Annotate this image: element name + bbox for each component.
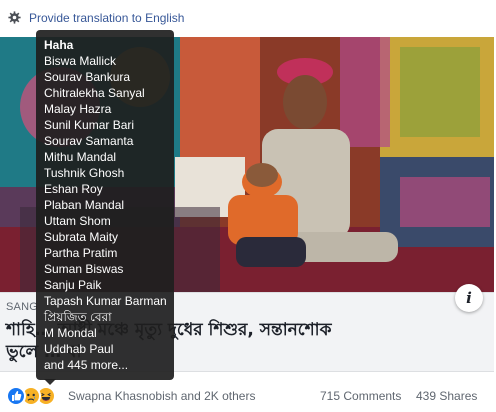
link-domain: SANG xyxy=(6,301,38,313)
reactor-name: Sanju Paik xyxy=(44,278,102,292)
reactor-name: Mithu Mandal xyxy=(44,150,117,164)
gear-icon xyxy=(8,11,21,24)
tooltip-arrow xyxy=(44,379,56,385)
reactor-name: Sourav Bankura xyxy=(44,70,131,84)
comments-count-link[interactable]: 715 Comments xyxy=(320,389,401,403)
haha-reactions-tooltip: Haha Biswa Mallick Sourav Bankura Chitra… xyxy=(36,30,174,380)
reactor-name: Biswa Mallick xyxy=(44,54,117,68)
reactor-name: Suman Biswas xyxy=(44,262,124,276)
reactor-name: Malay Hazra xyxy=(44,102,112,116)
shares-count-link[interactable]: 439 Shares xyxy=(416,389,477,403)
like-icon xyxy=(6,386,26,406)
reactor-name: M Mondal xyxy=(44,326,97,340)
reactor-name: Tushnik Ghosh xyxy=(44,166,125,180)
tooltip-more-count: and 445 more... xyxy=(44,358,129,372)
reactions-summary[interactable]: Swapna Khasnobish and 2K others xyxy=(68,389,255,403)
reactor-name: Tapash Kumar Barman xyxy=(44,294,167,308)
reactor-name: Chitralekha Sanyal xyxy=(44,86,145,100)
provide-translation-link[interactable]: Provide translation to English xyxy=(29,11,184,25)
info-icon[interactable]: i xyxy=(455,284,483,312)
reactor-name: Uttam Shom xyxy=(44,214,111,228)
post-footer: Swapna Khasnobish and 2K others 715 Comm… xyxy=(0,380,496,412)
reactor-name: Plaban Mandal xyxy=(44,198,125,212)
reactor-name: Sourav Samanta xyxy=(44,134,134,148)
reactor-name: Sunil Kumar Bari xyxy=(44,118,135,132)
reactor-name: Uddhab Paul xyxy=(44,342,114,356)
reactor-name: প্রিয়জিত বেরা xyxy=(44,310,112,324)
tooltip-title: Haha xyxy=(44,38,74,52)
reactor-name: Partha Pratim xyxy=(44,246,118,260)
reactor-name: Subrata Maity xyxy=(44,230,119,244)
reactor-name: Eshan Roy xyxy=(44,182,103,196)
reactor-list: Biswa Mallick Sourav Bankura Chitralekha… xyxy=(44,53,167,357)
